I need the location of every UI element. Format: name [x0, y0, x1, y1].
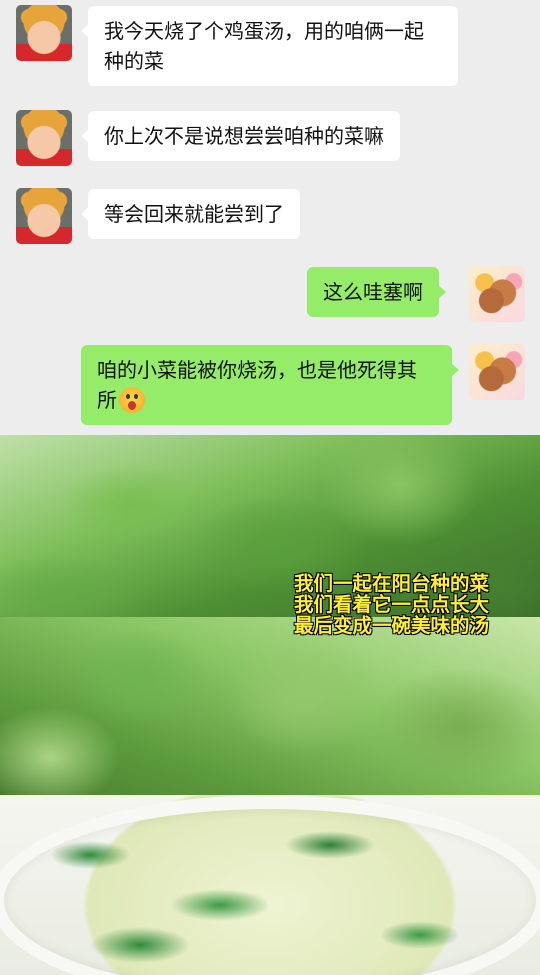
message-bubble[interactable]: 等会回来就能尝到了 [81, 189, 300, 239]
message-bubble[interactable]: 你上次不是说想尝尝咱种的菜嘛 [81, 111, 400, 161]
bowl-rim [0, 795, 540, 975]
message-text: 我今天烧了个鸡蛋汤，用的咱俩一起种的菜 [104, 19, 424, 73]
vegetable-photo-middle[interactable] [0, 617, 540, 795]
contact-avatar[interactable] [16, 188, 72, 244]
chat-area: 我今天烧了个鸡蛋汤，用的咱俩一起种的菜 你上次不是说想尝尝咱种的菜嘛 等会回来就… [0, 0, 540, 435]
message-text: 等会回来就能尝到了 [104, 202, 284, 226]
contact-avatar[interactable] [16, 5, 72, 61]
photo-caption: 我们一起在阳台种的菜 我们看着它一点点长大 最后变成一碗美味的汤 [294, 573, 534, 636]
message-bubble[interactable]: 这么哇塞啊 [307, 267, 446, 317]
message-text: 这么哇塞啊 [323, 280, 423, 304]
message-bubble[interactable]: 我今天烧了个鸡蛋汤，用的咱俩一起种的菜 [81, 6, 458, 86]
egg-soup-photo[interactable] [0, 795, 540, 975]
tongue-out-face-icon [119, 387, 145, 413]
caption-line: 我们一起在阳台种的菜 [294, 572, 490, 595]
caption-line: 最后变成一碗美味的汤 [294, 614, 490, 637]
message-text: 咱的小菜能被你烧汤，也是他死得其所 [97, 358, 417, 412]
caption-line: 我们看着它一点点长大 [294, 593, 490, 616]
message-text: 你上次不是说想尝尝咱种的菜嘛 [104, 124, 384, 148]
contact-avatar[interactable] [16, 110, 72, 166]
user-avatar[interactable] [469, 344, 525, 400]
message-bubble[interactable]: 咱的小菜能被你烧汤，也是他死得其所 [81, 345, 459, 425]
user-avatar[interactable] [469, 266, 525, 322]
